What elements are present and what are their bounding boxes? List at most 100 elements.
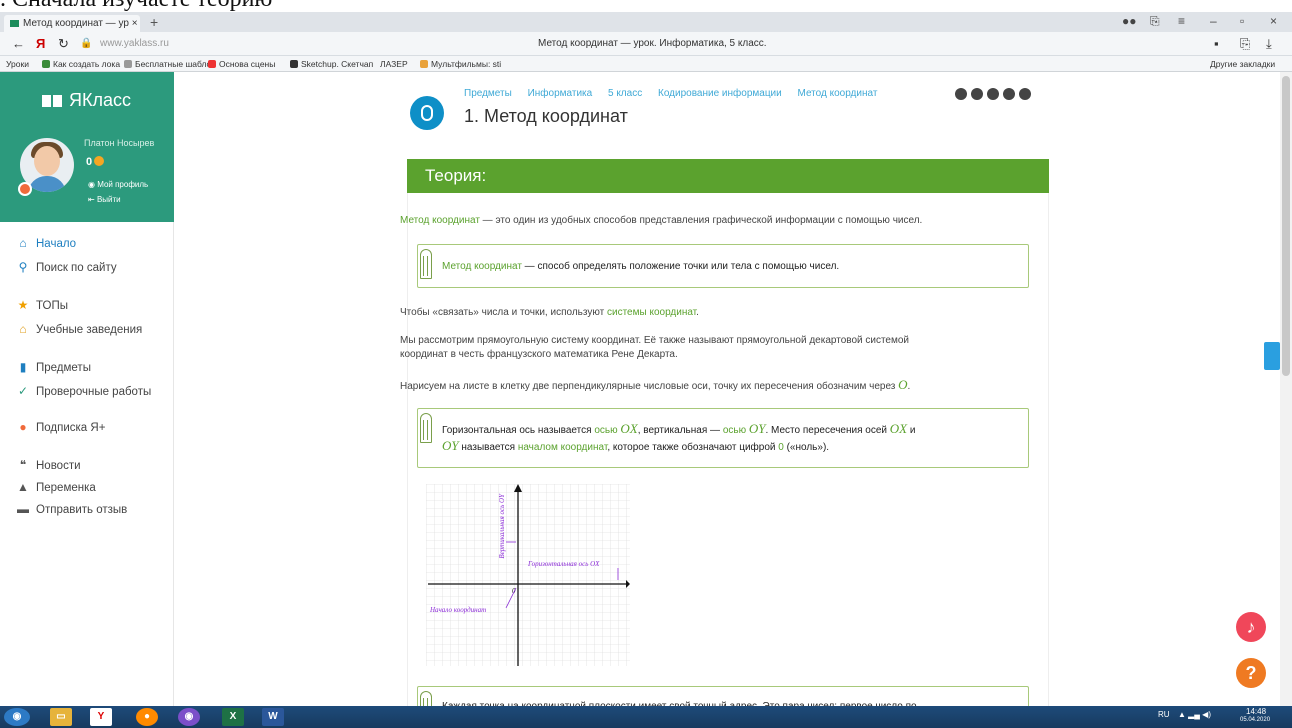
viber-icon[interactable]: ◉ — [178, 708, 200, 726]
address-bar: ← Я ↻ 🔒 www.yaklass.ru Метод координат —… — [0, 32, 1292, 56]
bookmark-item[interactable]: Основа сцены — [208, 59, 275, 69]
vk-icon[interactable] — [987, 88, 999, 100]
intro-paragraph: Метод координат — это один из удобных сп… — [400, 215, 923, 226]
tray-icons[interactable]: ▲ ▂▄ ◀) — [1178, 710, 1211, 719]
download-icon[interactable]: ⤓ — [1266, 36, 1272, 52]
odnoklassniki-icon[interactable] — [955, 88, 967, 100]
feedback-icon: ▬ — [17, 502, 29, 516]
word-icon[interactable]: W — [262, 708, 284, 726]
sidebar-item-subjects[interactable]: ▮ Предметы — [16, 360, 91, 374]
sidebar-item-search[interactable]: ⚲ Поиск по сайту — [16, 260, 117, 274]
bookmark-item[interactable]: Как создать лока — [42, 59, 120, 69]
reload-button[interactable]: ↻ — [58, 36, 69, 52]
breadcrumb-item[interactable]: Информатика — [528, 88, 593, 99]
bookmark-item[interactable]: Sketchup. Скетчап — [290, 59, 373, 69]
theory-header: Теория: — [407, 159, 1049, 193]
bookmark-item[interactable]: Уроки — [6, 59, 29, 69]
mail-feedback-icon[interactable] — [1264, 342, 1280, 370]
help-icon[interactable]: ? — [1236, 658, 1266, 688]
bookmark-icon — [124, 60, 132, 68]
clock-date[interactable]: 05.04.2020 — [1240, 717, 1270, 723]
chrome-icon[interactable]: ● — [136, 708, 158, 726]
extensions-icon[interactable]: ⎘ — [1240, 36, 1250, 52]
breadcrumb-item[interactable]: 5 класс — [608, 88, 642, 99]
books-icon: ▮ — [19, 360, 27, 374]
browser-tab[interactable]: Метод координат — ур × — [4, 15, 140, 32]
clock-time[interactable]: 14:48 — [1246, 707, 1266, 716]
sidebar-item-schools[interactable]: ⌂ Учебные заведения — [16, 322, 142, 336]
sidebar-item-tops[interactable]: ★ ТОПы — [16, 298, 68, 312]
breadcrumb-item[interactable]: Кодирование информации — [658, 88, 782, 99]
bell-icon: ▲ — [17, 480, 29, 494]
taskbar: ◉ ▭ Y ● ◉ X W RU ▲ ▂▄ ◀) 14:48 05.04.202… — [0, 706, 1292, 728]
search-icon: ⚲ — [18, 260, 28, 274]
score: 0 — [86, 156, 105, 168]
other-bookmarks[interactable]: Другие закладки — [1210, 59, 1275, 69]
explorer-icon[interactable]: ▭ — [50, 708, 72, 726]
sidebar-item-break[interactable]: ▲ Переменка — [16, 480, 96, 494]
logo[interactable]: ЯКласс — [42, 90, 131, 111]
menu-icon[interactable]: ≡ — [1178, 14, 1185, 28]
axis-definition-box: Горизонтальная ось называется осью OX, в… — [417, 408, 1029, 468]
lock-icon: 🔒 — [80, 38, 93, 49]
new-tab-button[interactable]: + — [150, 14, 158, 30]
breadcrumb-item[interactable]: Предметы — [464, 88, 512, 99]
notifications-bell-icon[interactable]: ♪ — [1236, 612, 1266, 642]
user-name: Платон Носырев — [84, 138, 155, 148]
sidebar-item-news[interactable]: ❝ Новости — [16, 458, 81, 472]
coordinate-plane-figure: Вертикальная ось OY Горизонтальная ось O… — [426, 484, 630, 666]
sidebar-item-feedback[interactable]: ▬ Отправить отзыв — [16, 502, 127, 516]
sidebar: ЯКласс Платон Носырев 0 ◉ Мой профиль ⇤ … — [0, 72, 174, 706]
back-button[interactable]: ← — [12, 36, 25, 51]
bookmark-icon — [42, 60, 50, 68]
bookmarks-bar: Уроки Как создать лока Бесплатные шабло … — [0, 56, 1292, 72]
profile-link[interactable]: ◉ Мой профиль — [88, 180, 148, 189]
origin-label: Начало координат — [429, 606, 486, 614]
maximize-button[interactable]: ▫ — [1240, 14, 1244, 28]
breadcrumb-item[interactable]: Метод координат — [798, 88, 878, 99]
school-icon: ⌂ — [19, 322, 27, 336]
bookmark-star-icon[interactable]: ▪ — [1214, 36, 1219, 51]
sidebar-item-home[interactable]: ⌂ Начало — [16, 236, 76, 250]
sync-icon[interactable]: ●● — [1122, 14, 1137, 28]
sidebar-item-tests[interactable]: ✓ Проверочные работы — [16, 384, 151, 398]
main-content: Предметы Информатика 5 класс Кодирование… — [174, 72, 1280, 721]
coin-icon — [94, 156, 105, 166]
mailru-icon[interactable] — [971, 88, 983, 100]
page-caption: . Сначала изучаете теорию — [0, 0, 1292, 12]
subscription-badge-icon — [18, 182, 32, 196]
bookmark-item[interactable]: ЛАЗЕР — [380, 59, 408, 69]
yandex-icon[interactable]: Я — [36, 36, 45, 51]
start-button[interactable]: ◉ — [4, 708, 30, 726]
url-field[interactable]: www.yaklass.ru — [100, 38, 169, 49]
pencil-icon — [420, 249, 432, 279]
minimize-button[interactable]: – — [1210, 14, 1217, 28]
page-title-in-bar: Метод координат — урок. Информатика, 5 к… — [538, 38, 767, 49]
language-indicator[interactable]: RU — [1158, 710, 1170, 719]
excel-icon[interactable]: X — [222, 708, 244, 726]
site-favicon-icon — [10, 19, 19, 27]
bookmark-icon — [420, 60, 428, 68]
twitter-icon[interactable] — [1003, 88, 1015, 100]
mouse-icon — [410, 96, 444, 130]
yandex-browser-icon[interactable]: Y — [90, 708, 112, 726]
bookmark-item[interactable]: Мультфильмы: sti — [420, 59, 501, 69]
breadcrumb: Предметы Информатика 5 класс Кодирование… — [464, 88, 890, 99]
logout-link[interactable]: ⇤ Выйти — [88, 195, 121, 204]
paragraph: Мы рассмотрим прямоугольную систему коор… — [400, 335, 910, 360]
close-window-button[interactable]: × — [1270, 14, 1277, 28]
bookmark-item[interactable]: Бесплатные шабло — [124, 59, 211, 69]
home-icon: ⌂ — [19, 236, 27, 250]
bookmark-panel-icon[interactable]: ⎘ — [1150, 14, 1160, 29]
bookmark-icon — [208, 60, 216, 68]
origin-mark: 0 — [512, 587, 516, 595]
bookmark-icon — [290, 60, 298, 68]
scrollbar[interactable] — [1280, 72, 1292, 706]
check-icon: ✓ — [17, 384, 29, 398]
star-icon: ★ — [17, 298, 29, 312]
paragraph: Нарисуем на листе в клетку две перпендик… — [400, 377, 911, 393]
facebook-icon[interactable] — [1019, 88, 1031, 100]
sidebar-header: ЯКласс Платон Носырев 0 ◉ Мой профиль ⇤ … — [0, 72, 174, 222]
sidebar-item-subscription[interactable]: ● Подписка Я+ — [16, 420, 105, 434]
scrollbar-thumb[interactable] — [1282, 76, 1290, 376]
